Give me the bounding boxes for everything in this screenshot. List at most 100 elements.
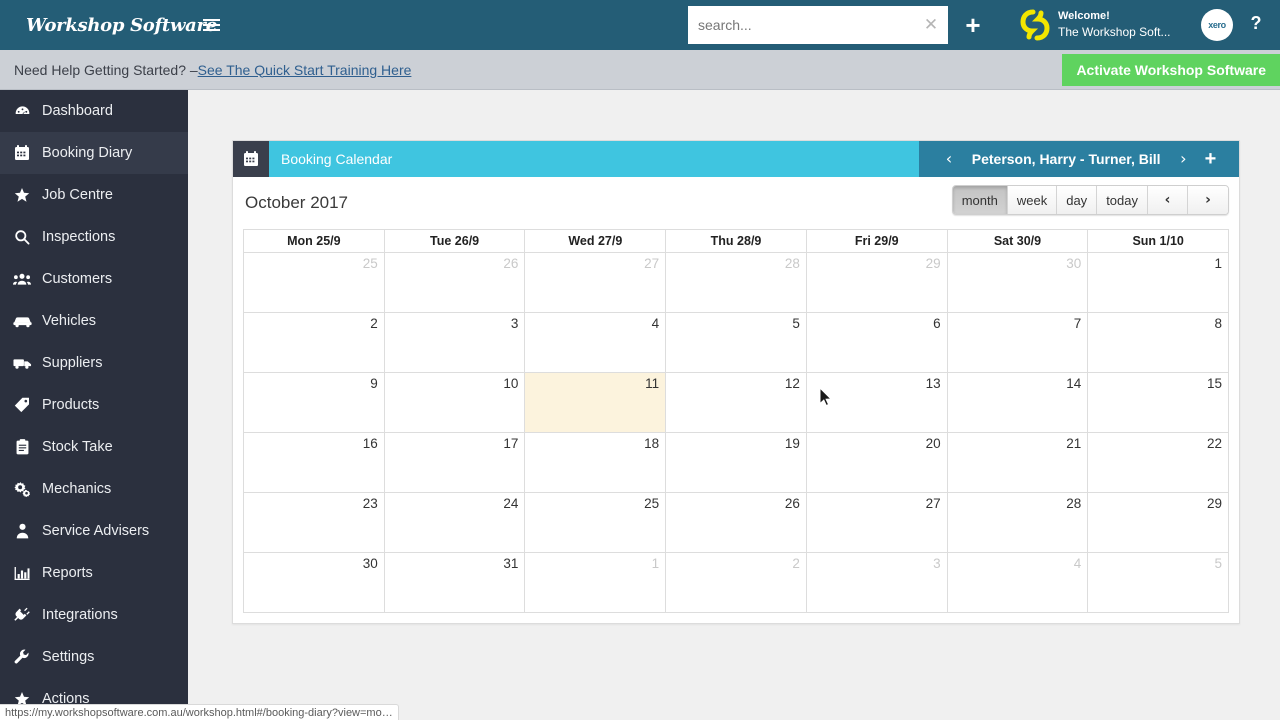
add-new-button[interactable]: + [958, 10, 988, 40]
app-brand-logo[interactable]: Workshop Software [0, 15, 217, 36]
sidebar-item-label: Vehicles [42, 313, 97, 329]
quick-start-training-link[interactable]: See The Quick Start Training Here [198, 62, 412, 78]
calendar-prev-button[interactable]: ‹ [1148, 186, 1188, 214]
sidebar-item-mechanics[interactable]: Mechanics [0, 468, 188, 510]
calendar-next-button[interactable]: › [1188, 186, 1228, 214]
calendar-day-cell[interactable]: 30 [244, 553, 385, 613]
calendar-day-cell[interactable]: 22 [1088, 433, 1230, 493]
calendar-day-cell[interactable]: 26 [384, 253, 526, 313]
calendar-day-number: 20 [925, 436, 941, 451]
calendar-day-cell[interactable]: 4 [947, 553, 1089, 613]
calendar-day-cell[interactable]: 9 [244, 373, 385, 433]
person-icon [8, 523, 36, 539]
sidebar-item-dashboard[interactable]: Dashboard [0, 90, 188, 132]
sidebar-item-vehicles[interactable]: Vehicles [0, 300, 188, 342]
calendar-day-cell[interactable]: 31 [384, 553, 526, 613]
calendar-day-cell[interactable]: 14 [947, 373, 1089, 433]
calendar-day-cell[interactable]: 19 [666, 433, 807, 493]
clear-search-icon[interactable]: ✕ [914, 6, 948, 44]
resource-selector: ‹ Peterson, Harry - Turner, Bill › + [919, 141, 1239, 177]
sidebar-item-suppliers[interactable]: Suppliers [0, 342, 188, 384]
sidebar-item-label: Stock Take [42, 439, 113, 455]
calendar-day-number: 3 [510, 316, 519, 331]
activate-workshop-software-button[interactable]: Activate Workshop Software [1062, 54, 1280, 86]
calendar-day-cell[interactable]: 20 [806, 433, 948, 493]
calendar-day-cell[interactable]: 28 [666, 253, 807, 313]
calendar-day-cell[interactable]: 29 [1088, 493, 1230, 553]
search-icon [8, 229, 36, 245]
sidebar-item-settings[interactable]: Settings [0, 636, 188, 678]
calendar-day-cell[interactable]: 28 [947, 493, 1089, 553]
calendar-day-cell[interactable]: 3 [384, 313, 526, 373]
calendar-day-cell[interactable]: 10 [384, 373, 526, 433]
sidebar-item-inspections[interactable]: Inspections [0, 216, 188, 258]
sidebar-item-job-centre[interactable]: Job Centre [0, 174, 188, 216]
calendar-day-cell[interactable]: 1 [525, 553, 667, 613]
tag-icon [8, 397, 36, 413]
view-button-month[interactable]: month [952, 186, 1008, 214]
calendar-day-cell[interactable]: 21 [947, 433, 1089, 493]
calendar-day-cell[interactable]: 18 [525, 433, 667, 493]
calendar-day-cell[interactable]: 25 [525, 493, 667, 553]
calendar-day-header: Mon 25/9 [244, 230, 385, 253]
calendar-day-cell[interactable]: 2 [244, 313, 385, 373]
calendar-day-cell[interactable]: 27 [525, 253, 667, 313]
add-resource-button[interactable]: + [1201, 149, 1217, 169]
calendar-day-number: 26 [784, 496, 800, 511]
view-button-week[interactable]: week [1007, 186, 1058, 214]
calendar-day-cell[interactable]: 13 [806, 373, 948, 433]
calendar-day-cell[interactable]: 8 [1088, 313, 1230, 373]
calendar-day-cell[interactable]: 7 [947, 313, 1089, 373]
sidebar-item-service-advisers[interactable]: Service Advisers [0, 510, 188, 552]
user-welcome-block[interactable]: Welcome! The Workshop Soft... [1020, 7, 1171, 43]
sidebar-item-stock-take[interactable]: Stock Take [0, 426, 188, 468]
view-button-today[interactable]: today [1097, 186, 1148, 214]
calendar-day-cell[interactable]: 1 [1088, 253, 1230, 313]
calendar-day-cell[interactable]: 12 [666, 373, 807, 433]
view-button-day[interactable]: day [1057, 186, 1098, 214]
sidebar-item-reports[interactable]: Reports [0, 552, 188, 594]
welcome-account-name: The Workshop Soft... [1058, 25, 1171, 40]
calendar-day-cell[interactable]: 4 [525, 313, 667, 373]
calendar-day-cell[interactable]: 5 [666, 313, 807, 373]
search-input[interactable] [688, 6, 914, 44]
star-icon [8, 187, 36, 203]
sidebar-item-booking-diary[interactable]: Booking Diary [0, 132, 188, 174]
top-navigation-bar: Workshop Software ✕ + Welcome! The Works… [0, 0, 1280, 50]
calendar-header-row: Mon 25/9 Tue 26/9 Wed 27/9 Thu 28/9 Fri 29/9… [244, 230, 1230, 253]
sidebar-item-customers[interactable]: Customers [0, 258, 188, 300]
calendar-day-cell[interactable]: 24 [384, 493, 526, 553]
sidebar-item-label: Booking Diary [42, 145, 133, 161]
calendar-day-cell[interactable]: 5 [1088, 553, 1230, 613]
help-icon[interactable]: ? [1245, 12, 1267, 34]
xero-icon[interactable]: xero [1201, 9, 1233, 41]
sidebar-navigation: Dashboard Booking Diary Job Centre Inspe… [0, 90, 188, 720]
calendar-day-cell[interactable]: 6 [806, 313, 948, 373]
resource-name[interactable]: Peterson, Harry - Turner, Bill [966, 151, 1166, 167]
resource-next-icon[interactable]: › [1176, 151, 1190, 167]
calendar-day-cell[interactable]: 23 [244, 493, 385, 553]
calendar-day-cell[interactable]: 25 [244, 253, 385, 313]
calendar-day-cell[interactable]: 26 [666, 493, 807, 553]
calendar-day-cell[interactable]: 2 [666, 553, 807, 613]
calendar-grid: Mon 25/9 Tue 26/9 Wed 27/9 Thu 28/9 Fri 29/9… [243, 229, 1230, 613]
calendar-day-cell[interactable]: 16 [244, 433, 385, 493]
car-icon [8, 315, 36, 328]
sidebar-item-label: Settings [42, 649, 95, 665]
resource-prev-icon[interactable]: ‹ [942, 151, 956, 167]
hamburger-icon[interactable] [194, 8, 228, 42]
calendar-day-cell[interactable]: 3 [806, 553, 948, 613]
gears-icon [8, 481, 36, 497]
calendar-day-number: 5 [1214, 556, 1223, 571]
calendar-day-cell[interactable]: 15 [1088, 373, 1230, 433]
users-icon [8, 272, 36, 286]
calendar-day-cell[interactable]: 27 [806, 493, 948, 553]
search-box[interactable]: ✕ [688, 6, 948, 44]
calendar-day-cell[interactable]: 11 [525, 373, 667, 433]
calendar-day-cell[interactable]: 17 [384, 433, 526, 493]
calendar-day-cell[interactable]: 30 [947, 253, 1089, 313]
sidebar-item-products[interactable]: Products [0, 384, 188, 426]
sidebar-item-integrations[interactable]: Integrations [0, 594, 188, 636]
calendar-day-cell[interactable]: 29 [806, 253, 948, 313]
calendar-day-number: 8 [1214, 316, 1223, 331]
